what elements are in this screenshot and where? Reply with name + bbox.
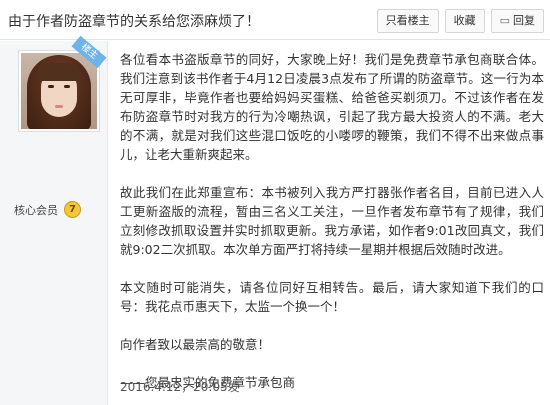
reply-button[interactable]: ▭ 回复 bbox=[490, 9, 544, 33]
level-badge: 7 bbox=[64, 201, 81, 218]
reply-label: 回复 bbox=[513, 14, 535, 27]
post-date: 2016.4.12，20:05发 bbox=[120, 380, 240, 394]
post-header: 由于作者防盗章节的关系给您添麻烦了！ 只看楼主 收藏 ▭ 回复 bbox=[0, 0, 550, 40]
avatar-image bbox=[21, 53, 97, 129]
favorite-button[interactable]: 收藏 bbox=[444, 9, 485, 33]
member-label: 核心会员 bbox=[14, 203, 58, 217]
post-actions: 只看楼主 收藏 ▭ 回复 bbox=[376, 9, 544, 33]
member-rank: 核心会员 7 bbox=[14, 201, 81, 218]
post-paragraph: 故此我们在此郑重宣布：本书被列入我方严打器张作者名目，目前已进入人工更新盗版的流… bbox=[120, 185, 544, 257]
post-title: 由于作者防盗章节的关系给您添麻烦了！ bbox=[8, 14, 260, 30]
post-paragraph: 本文随时可能消失，请各位同好互相转告。最后，请大家知道下我们的口号：我花点币惠天… bbox=[120, 280, 544, 314]
post-paragraph: 各位看本书盗版章节的同好，大家晚上好！我们是免费章节承包商联合体。我们注意到该书… bbox=[120, 52, 544, 162]
author-only-button[interactable]: 只看楼主 bbox=[376, 9, 439, 33]
author-sidebar: 楼主 核心会员 7 bbox=[0, 35, 108, 405]
post-paragraph: 向作者致以最崇高的敬意！ bbox=[120, 337, 271, 352]
avatar[interactable] bbox=[18, 50, 100, 132]
reply-icon: ▭ bbox=[499, 14, 510, 27]
post-body: 各位看本书盗版章节的同好，大家晚上好！我们是免费章节承包商联合体。我们注意到该书… bbox=[120, 50, 544, 392]
